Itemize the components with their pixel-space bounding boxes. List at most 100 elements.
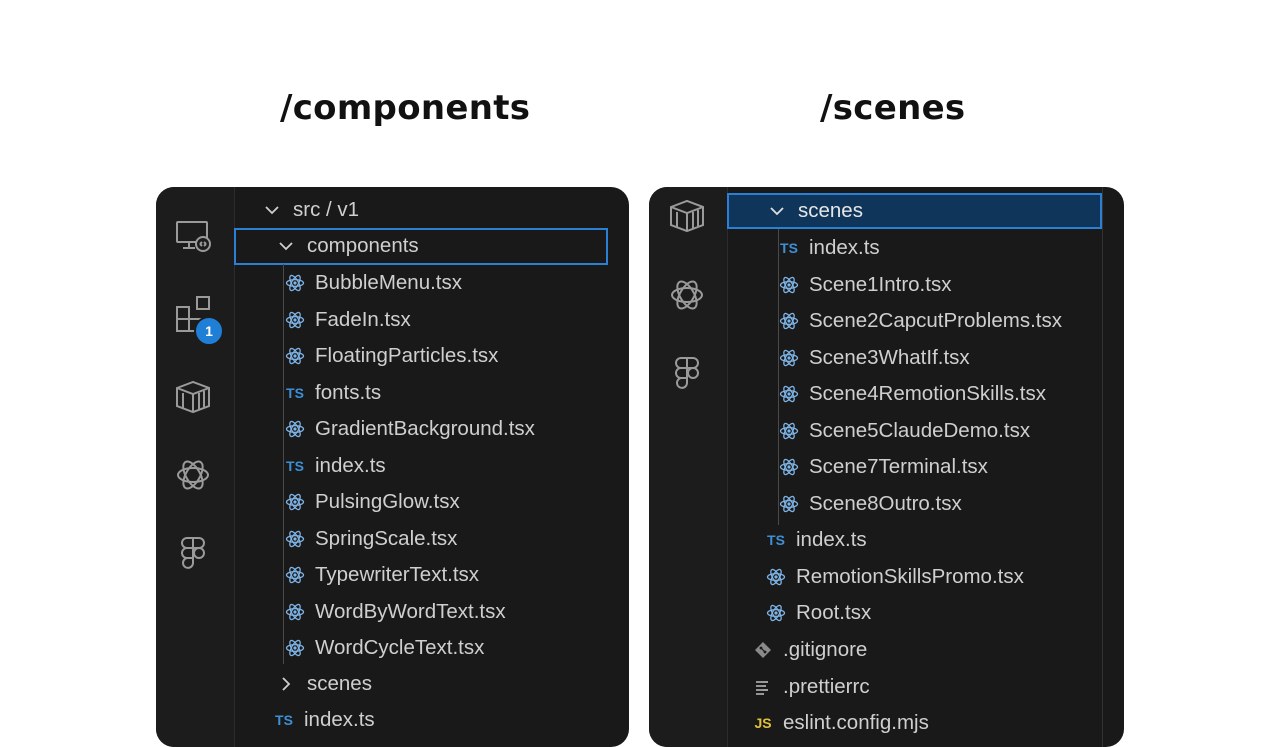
tree-file[interactable]: BubbleMenu.tsx xyxy=(284,265,462,302)
tree-file[interactable]: FloatingParticles.tsx xyxy=(284,338,498,375)
tree-file[interactable]: FadeIn.tsx xyxy=(284,302,411,339)
react-icon xyxy=(284,418,306,440)
figma-icon[interactable] xyxy=(667,354,707,394)
git-icon xyxy=(752,639,774,661)
tree-file[interactable]: Scene1Intro.tsx xyxy=(778,267,951,304)
panel-divider xyxy=(1102,187,1103,747)
tree-label: Scene3WhatIf.tsx xyxy=(809,345,970,369)
tree-file[interactable]: RemotionSkillsPromo.tsx xyxy=(765,559,1024,596)
tree-label: scenes xyxy=(798,199,863,223)
ts-icon: TS xyxy=(767,532,785,549)
tree-file[interactable]: Root.tsx xyxy=(765,595,871,632)
react-icon xyxy=(765,566,787,588)
container-icon[interactable] xyxy=(667,195,707,235)
tree-label: index.ts xyxy=(304,708,375,732)
tree-folder-components[interactable]: components xyxy=(277,228,419,265)
tree-label: WordCycleText.tsx xyxy=(315,636,485,660)
tree-file[interactable]: TypewriterText.tsx xyxy=(284,557,479,594)
tree-file[interactable]: Scene5ClaudeDemo.tsx xyxy=(778,413,1030,450)
tree-label: Scene8Outro.tsx xyxy=(809,491,962,515)
tree-label: .gitignore xyxy=(783,638,868,662)
tree-label: fonts.ts xyxy=(315,380,382,404)
file-tree: scenes TS index.ts Scene1Intro.tsx Scene2Ca… xyxy=(727,187,1124,747)
tree-file[interactable]: WordByWordText.tsx xyxy=(284,594,506,631)
tree-label: FadeIn.tsx xyxy=(315,307,411,331)
tree-file[interactable]: PulsingGlow.tsx xyxy=(284,484,460,521)
ts-icon: TS xyxy=(275,712,293,729)
react-icon xyxy=(284,637,306,659)
react-icon xyxy=(778,347,800,369)
tree-file[interactable]: .prettierrc xyxy=(752,669,870,706)
tree-file[interactable]: Scene7Terminal.tsx xyxy=(778,449,988,486)
react-icon xyxy=(778,310,800,332)
tree-file[interactable]: TS fonts.ts xyxy=(284,375,381,412)
tree-label: Scene1Intro.tsx xyxy=(809,272,952,296)
tree-label: eslint.config.mjs xyxy=(783,711,929,735)
react-icon xyxy=(284,309,306,331)
notification-badge: 1 xyxy=(194,316,224,346)
remote-explorer-icon[interactable] xyxy=(173,216,213,256)
tree-file[interactable]: TS index.ts xyxy=(778,230,880,267)
openai-icon[interactable] xyxy=(173,455,213,495)
react-icon xyxy=(778,420,800,442)
ts-icon: TS xyxy=(780,240,798,257)
heading-components: /components xyxy=(280,88,531,128)
react-icon xyxy=(284,345,306,367)
tree-file[interactable]: Scene3WhatIf.tsx xyxy=(778,340,970,377)
react-icon xyxy=(778,274,800,296)
tree-label: Root.tsx xyxy=(796,601,872,625)
figma-icon[interactable] xyxy=(173,534,213,574)
react-icon xyxy=(778,493,800,515)
tree-file[interactable]: GradientBackground.tsx xyxy=(284,411,535,448)
tree-label: components xyxy=(307,234,419,258)
react-icon xyxy=(284,528,306,550)
explorer-panel-scenes: scenes TS index.ts Scene1Intro.tsx Scene2Ca… xyxy=(649,187,1124,747)
tree-label: TypewriterText.tsx xyxy=(315,563,480,587)
ts-icon: TS xyxy=(286,457,304,474)
openai-icon[interactable] xyxy=(667,275,707,315)
tree-file[interactable]: TS index.ts xyxy=(284,448,386,485)
activity-bar xyxy=(649,187,728,747)
tree-label: BubbleMenu.tsx xyxy=(315,271,463,295)
tree-file[interactable]: TS index.ts xyxy=(765,522,867,559)
tree-label: index.ts xyxy=(315,453,386,477)
react-icon xyxy=(284,564,306,586)
explorer-panel-components: 1 src / v1 components BubbleMenu.tsx Fad… xyxy=(156,187,629,747)
tree-file[interactable]: .gitignore xyxy=(752,632,867,669)
chevron-down-icon xyxy=(768,202,786,220)
tree-file[interactable]: SpringScale.tsx xyxy=(284,521,457,558)
tree-label: index.ts xyxy=(796,528,867,552)
tree-label: PulsingGlow.tsx xyxy=(315,490,460,514)
chevron-down-icon xyxy=(263,201,281,219)
tree-file[interactable]: Scene4RemotionSkills.tsx xyxy=(778,376,1046,413)
tree-folder-root[interactable]: src / v1 xyxy=(263,192,359,229)
tree-label: src / v1 xyxy=(293,198,360,222)
tree-label: SpringScale.tsx xyxy=(315,526,458,550)
tree-label: GradientBackground.tsx xyxy=(315,417,535,441)
tree-label: .prettierrc xyxy=(783,674,870,698)
tree-label: FloatingParticles.tsx xyxy=(315,344,499,368)
tree-file[interactable]: WordCycleText.tsx xyxy=(284,630,484,667)
tree-file[interactable]: Scene8Outro.tsx xyxy=(778,486,962,523)
tree-label: WordByWordText.tsx xyxy=(315,599,506,623)
tree-label: RemotionSkillsPromo.tsx xyxy=(796,564,1024,588)
react-icon xyxy=(284,601,306,623)
tree-label: Scene5ClaudeDemo.tsx xyxy=(809,418,1031,442)
heading-scenes: /scenes xyxy=(820,88,966,128)
tree-label: Scene4RemotionSkills.tsx xyxy=(809,382,1046,406)
tree-label: scenes xyxy=(307,672,372,696)
tree-folder-scenes[interactable]: scenes xyxy=(277,666,372,703)
js-icon: JS xyxy=(754,715,772,732)
tree-label: Scene2CapcutProblems.tsx xyxy=(809,309,1062,333)
tree-file[interactable]: Scene2CapcutProblems.tsx xyxy=(778,303,1062,340)
ts-icon: TS xyxy=(286,384,304,401)
tree-folder-scenes[interactable]: scenes xyxy=(768,193,863,230)
lines-icon xyxy=(752,676,774,698)
chevron-down-icon xyxy=(277,237,295,255)
react-icon xyxy=(765,602,787,624)
chevron-right-icon xyxy=(277,675,295,693)
tree-label: Scene7Terminal.tsx xyxy=(809,455,988,479)
tree-file[interactable]: TS index.ts xyxy=(273,702,375,739)
tree-file[interactable]: JS eslint.config.mjs xyxy=(752,705,929,742)
container-icon[interactable] xyxy=(173,376,213,416)
